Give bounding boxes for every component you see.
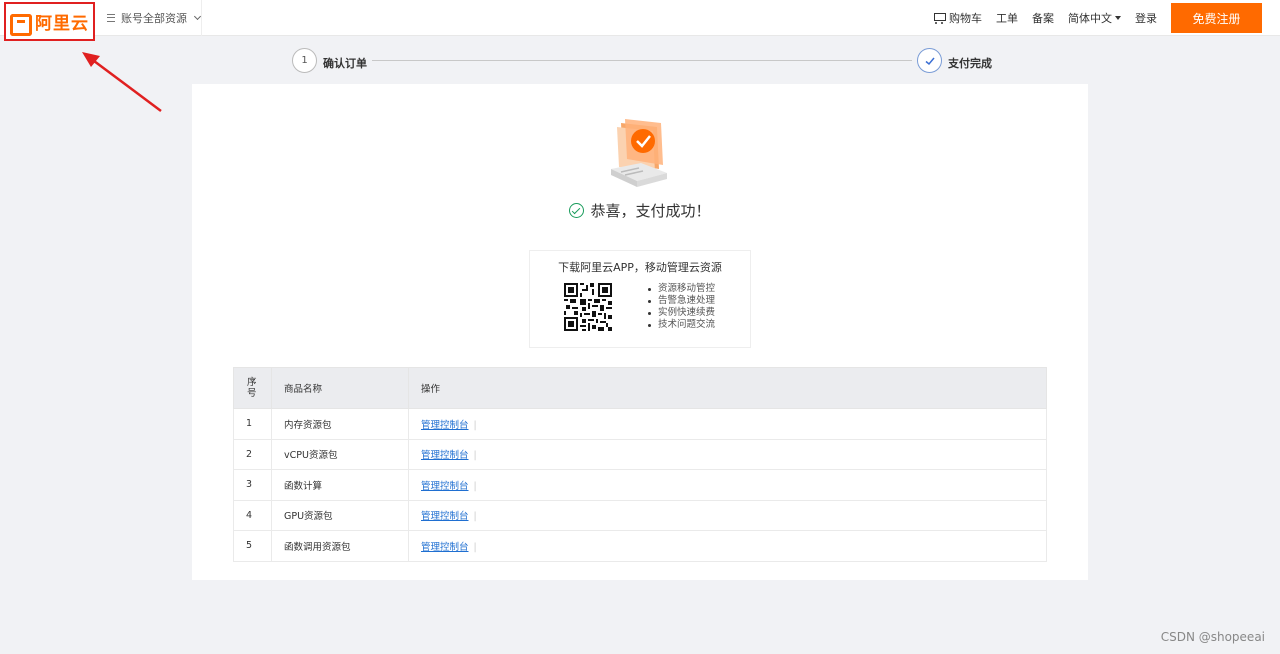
- login-label: 登录: [1135, 12, 1157, 25]
- list-item: 告警急速处理: [648, 295, 715, 307]
- aliyun-logo-icon: [10, 13, 32, 36]
- row-index: 3: [233, 469, 272, 501]
- product-name: 函数调用资源包: [271, 530, 409, 562]
- success-text: 恭喜，支付成功！: [590, 202, 711, 220]
- caret-down-icon: [1115, 16, 1121, 20]
- row-index: 2: [233, 438, 272, 470]
- list-icon: [107, 14, 115, 22]
- success-check-icon: [569, 203, 585, 218]
- step-2-label: 支付完成: [948, 57, 992, 70]
- table-row: 5 函数调用资源包 管理控制台 |: [233, 530, 1047, 562]
- payment-result-card: 恭喜，支付成功！ 下载阿里云APP，移动管理云资源 资源移动管控 告警急速处理 …: [192, 84, 1088, 580]
- qr-code-image[interactable]: [564, 283, 612, 331]
- table-row: 2 vCPU资源包 管理控制台 |: [233, 438, 1047, 470]
- row-index: 4: [233, 499, 272, 531]
- ticket-label: 工单: [996, 12, 1018, 25]
- action-cell: 管理控制台 |: [408, 408, 1047, 440]
- app-promo-title: 下载阿里云APP，移动管理云资源: [558, 261, 722, 274]
- app-download-promo: 下载阿里云APP，移动管理云资源 资源移动管控 告警急速处理 实例快速续费 技术…: [529, 250, 751, 348]
- app-feature-list: 资源移动管控 告警急速处理 实例快速续费 技术问题交流: [648, 283, 715, 331]
- manage-console-link[interactable]: 管理控制台: [421, 420, 469, 431]
- cart-label: 购物车: [949, 12, 982, 25]
- product-name: 内存资源包: [271, 408, 409, 440]
- column-header-product: 商品名称: [271, 367, 409, 409]
- account-resource-selector[interactable]: 账号全部资源: [96, 0, 202, 36]
- step-connector: [372, 60, 912, 61]
- action-cell: 管理控制台 |: [408, 469, 1047, 501]
- list-item: 资源移动管控: [648, 283, 715, 295]
- product-name: vCPU资源包: [271, 438, 409, 470]
- aliyun-logo[interactable]: 阿里云: [4, 2, 95, 41]
- table-row: 4 GPU资源包 管理控制台 |: [233, 499, 1047, 531]
- shopping-cart-icon: [932, 12, 946, 24]
- manage-console-link[interactable]: 管理控制台: [421, 481, 469, 492]
- step-1-indicator: 1: [292, 48, 317, 73]
- manage-console-link[interactable]: 管理控制台: [421, 542, 469, 553]
- checkmark-icon: [925, 57, 935, 65]
- payment-success-illustration: [611, 119, 667, 187]
- step-1-label: 确认订单: [323, 57, 367, 70]
- top-navigation-bar: 账号全部资源 购物车 工单 备案 简体中文 登录 免费注册: [0, 0, 1280, 36]
- manage-console-link[interactable]: 管理控制台: [421, 450, 469, 461]
- product-name: 函数计算: [271, 469, 409, 501]
- action-cell: 管理控制台 |: [408, 530, 1047, 562]
- ticket-link[interactable]: 工单: [996, 10, 1018, 26]
- action-cell: 管理控制台 |: [408, 499, 1047, 531]
- watermark: CSDN @shopeeai: [1160, 630, 1265, 644]
- table-row: 1 内存资源包 管理控制台 |: [233, 408, 1047, 440]
- action-cell: 管理控制台 |: [408, 438, 1047, 470]
- logo-text: 阿里云: [35, 14, 89, 34]
- list-item: 技术问题交流: [648, 319, 715, 331]
- filing-link[interactable]: 备案: [1032, 10, 1054, 26]
- list-item: 实例快速续费: [648, 307, 715, 319]
- cart-link[interactable]: 购物车: [932, 10, 982, 26]
- table-row: 3 函数计算 管理控制台 |: [233, 469, 1047, 501]
- language-selector[interactable]: 简体中文: [1068, 10, 1121, 26]
- signup-button[interactable]: 免费注册: [1171, 3, 1262, 33]
- payment-success-message: 恭喜，支付成功！: [192, 200, 1088, 221]
- filing-label: 备案: [1032, 12, 1054, 25]
- chevron-down-icon: [193, 12, 202, 21]
- column-header-index: 序号: [233, 367, 272, 409]
- row-index: 1: [233, 408, 272, 440]
- table-header-row: 序号 商品名称 操作: [233, 367, 1047, 409]
- column-header-action: 操作: [408, 367, 1047, 409]
- account-selector-label: 账号全部资源: [121, 12, 187, 25]
- language-label: 简体中文: [1068, 12, 1112, 25]
- header-nav: 购物车 工单 备案 简体中文 登录 免费注册: [932, 0, 1262, 36]
- order-items-table: 序号 商品名称 操作 1 内存资源包 管理控制台 | 2 vCPU资源包 管理控制…: [233, 367, 1047, 562]
- order-progress-steps: 1 确认订单 支付完成: [292, 48, 992, 76]
- product-name: GPU资源包: [271, 499, 409, 531]
- annotation-arrow: [82, 52, 162, 113]
- step-2-indicator: [917, 48, 942, 73]
- login-link[interactable]: 登录: [1135, 10, 1157, 26]
- row-index: 5: [233, 530, 272, 562]
- manage-console-link[interactable]: 管理控制台: [421, 511, 469, 522]
